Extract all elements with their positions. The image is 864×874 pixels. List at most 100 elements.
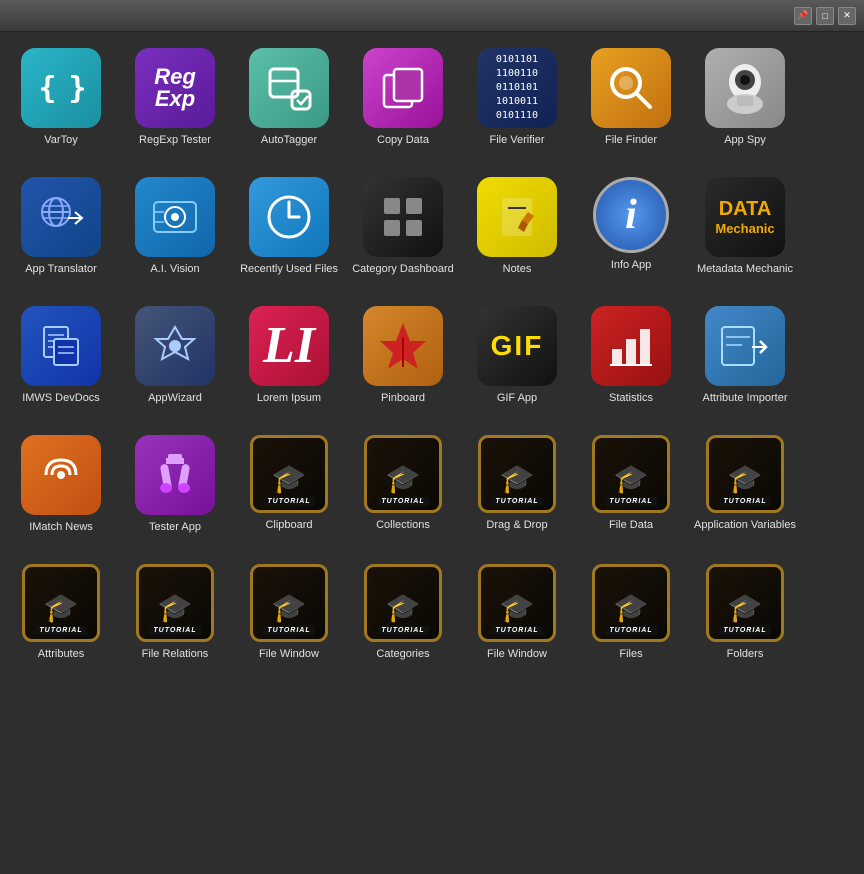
app-item-category-dashboard[interactable]: Category Dashboard (348, 171, 458, 296)
app-label-category-dashboard: Category Dashboard (352, 262, 454, 290)
app-icon-file-finder (591, 48, 671, 128)
app-item-tutorial-files[interactable]: 🎓TUTORIAL Files (576, 558, 686, 681)
app-label-statistics: Statistics (609, 391, 653, 419)
app-label-tutorial-dragdrop: Drag & Drop (486, 518, 547, 546)
app-icon-gif-app: GIF (477, 306, 557, 386)
app-item-tutorial-filedata[interactable]: 🎓TUTORIAL File Data (576, 429, 686, 554)
app-item-imatch-news[interactable]: IMatch News (6, 429, 116, 554)
app-item-tutorial-folders[interactable]: 🎓TUTORIAL Folders (690, 558, 800, 681)
app-item-pinboard[interactable]: Pinboard (348, 300, 458, 425)
app-icon-app-spy (705, 48, 785, 128)
app-icon-tutorial-attributes: 🎓TUTORIAL (22, 564, 100, 642)
app-icon-lorem-ipsum: LI (249, 306, 329, 386)
app-label-attribute-importer: Attribute Importer (703, 391, 788, 419)
app-icon-statistics (591, 306, 671, 386)
app-label-copy-data: Copy Data (377, 133, 429, 161)
app-item-tutorial-categories[interactable]: 🎓TUTORIAL Categories (348, 558, 458, 681)
app-label-imatch-news: IMatch News (29, 520, 93, 548)
app-icon-recently-used (249, 177, 329, 257)
title-bar: 📌 □ ✕ (0, 0, 864, 32)
app-item-notes[interactable]: Notes (462, 171, 572, 296)
app-item-gif-app[interactable]: GIF GIF App (462, 300, 572, 425)
app-item-ai-vision[interactable]: A.I. Vision (120, 171, 230, 296)
app-item-info-app[interactable]: i Info App (576, 171, 686, 296)
app-item-tutorial-filerelations[interactable]: 🎓TUTORIALFile Relations (120, 558, 230, 681)
app-icon-imws-devdocs (21, 306, 101, 386)
app-icon-notes (477, 177, 557, 257)
maximize-button[interactable]: □ (816, 7, 834, 25)
app-item-tutorial-filewindow1[interactable]: 🎓TUTORIALFile Window (234, 558, 344, 681)
app-item-tutorial-filewindow2[interactable]: 🎓TUTORIAL File Window (462, 558, 572, 681)
app-item-lorem-ipsum[interactable]: LI Lorem Ipsum (234, 300, 344, 425)
app-icon-tutorial-filedata: 🎓TUTORIAL (592, 435, 670, 513)
app-icon-tutorial-folders: 🎓TUTORIAL (706, 564, 784, 642)
app-icon-autotagger (249, 48, 329, 128)
app-icon-app-translator (21, 177, 101, 257)
app-item-tutorial-dragdrop[interactable]: 🎓TUTORIAL Drag & Drop (462, 429, 572, 554)
app-item-vartoy[interactable]: { }VarToy (6, 42, 116, 167)
app-label-metadata-mechanic: Metadata Mechanic (697, 262, 793, 290)
app-label-tutorial-filewindow2: File Window (487, 647, 547, 675)
app-icon-tutorial-categories: 🎓TUTORIAL (364, 564, 442, 642)
app-icon-metadata-mechanic: DATAMechanic (705, 177, 785, 257)
app-item-copy-data[interactable]: Copy Data (348, 42, 458, 167)
app-label-app-spy: App Spy (724, 133, 766, 161)
app-item-tutorial-appvars[interactable]: 🎓TUTORIAL Application Variables (690, 429, 800, 554)
app-item-file-verifier[interactable]: 01011011100110011010110100110101110 File … (462, 42, 572, 167)
app-grid: { }VarToyRegExpRegExp Tester AutoTagger Co… (0, 32, 864, 874)
app-label-info-app: Info App (611, 258, 651, 286)
app-label-gif-app: GIF App (497, 391, 537, 419)
app-label-file-finder: File Finder (605, 133, 657, 161)
app-item-app-spy[interactable]: App Spy (690, 42, 800, 167)
app-label-tutorial-folders: Folders (727, 647, 764, 675)
app-icon-category-dashboard (363, 177, 443, 257)
app-item-autotagger[interactable]: AutoTagger (234, 42, 344, 167)
app-icon-tutorial-collections: 🎓TUTORIAL (364, 435, 442, 513)
app-label-appwizard: AppWizard (148, 391, 202, 419)
app-label-ai-vision: A.I. Vision (150, 262, 199, 290)
pin-button[interactable]: 📌 (794, 7, 812, 25)
app-label-tutorial-categories: Categories (376, 647, 429, 675)
app-label-tutorial-attributes: Attributes (38, 647, 84, 675)
app-item-tutorial-collections[interactable]: 🎓TUTORIALCollections (348, 429, 458, 554)
app-label-autotagger: AutoTagger (261, 133, 317, 161)
app-icon-tutorial-dragdrop: 🎓TUTORIAL (478, 435, 556, 513)
app-icon-tutorial-appvars: 🎓TUTORIAL (706, 435, 784, 513)
app-label-tutorial-filedata: File Data (609, 518, 653, 546)
app-item-appwizard[interactable]: AppWizard (120, 300, 230, 425)
app-item-statistics[interactable]: Statistics (576, 300, 686, 425)
app-icon-tester-app (135, 435, 215, 515)
app-label-tutorial-appvars: Application Variables (694, 518, 796, 546)
app-item-tutorial-attributes[interactable]: 🎓TUTORIAL Attributes (6, 558, 116, 681)
app-item-file-finder[interactable]: File Finder (576, 42, 686, 167)
app-item-recently-used[interactable]: Recently Used Files (234, 171, 344, 296)
app-item-attribute-importer[interactable]: Attribute Importer (690, 300, 800, 425)
app-label-pinboard: Pinboard (381, 391, 425, 419)
app-icon-vartoy: { } (21, 48, 101, 128)
app-icon-imatch-news (21, 435, 101, 515)
app-item-app-translator[interactable]: App Translator (6, 171, 116, 296)
app-icon-copy-data (363, 48, 443, 128)
app-item-regexp-tester[interactable]: RegExpRegExp Tester (120, 42, 230, 167)
app-icon-tutorial-filerelations: 🎓TUTORIAL (136, 564, 214, 642)
app-label-recently-used: Recently Used Files (240, 262, 338, 290)
app-item-metadata-mechanic[interactable]: DATAMechanic Metadata Mechanic (690, 171, 800, 296)
app-icon-tutorial-clipboard: 🎓TUTORIAL (250, 435, 328, 513)
app-label-lorem-ipsum: Lorem Ipsum (257, 391, 321, 419)
app-label-tutorial-files: Files (619, 647, 642, 675)
app-icon-file-verifier: 01011011100110011010110100110101110 (477, 48, 557, 128)
close-button[interactable]: ✕ (838, 7, 856, 25)
app-icon-info-app: i (593, 177, 669, 253)
app-label-tester-app: Tester App (149, 520, 201, 548)
app-label-notes: Notes (503, 262, 532, 290)
app-item-tutorial-clipboard[interactable]: 🎓TUTORIALClipboard (234, 429, 344, 554)
app-label-imws-devdocs: IMWS DevDocs (22, 391, 100, 419)
window-controls: 📌 □ ✕ (794, 7, 856, 25)
app-icon-tutorial-files: 🎓TUTORIAL (592, 564, 670, 642)
app-label-file-verifier: File Verifier (489, 133, 544, 161)
app-icon-attribute-importer (705, 306, 785, 386)
app-item-tester-app[interactable]: Tester App (120, 429, 230, 554)
app-item-imws-devdocs[interactable]: IMWS DevDocs (6, 300, 116, 425)
app-icon-tutorial-filewindow2: 🎓TUTORIAL (478, 564, 556, 642)
app-label-tutorial-filewindow1: File Window (259, 647, 319, 675)
